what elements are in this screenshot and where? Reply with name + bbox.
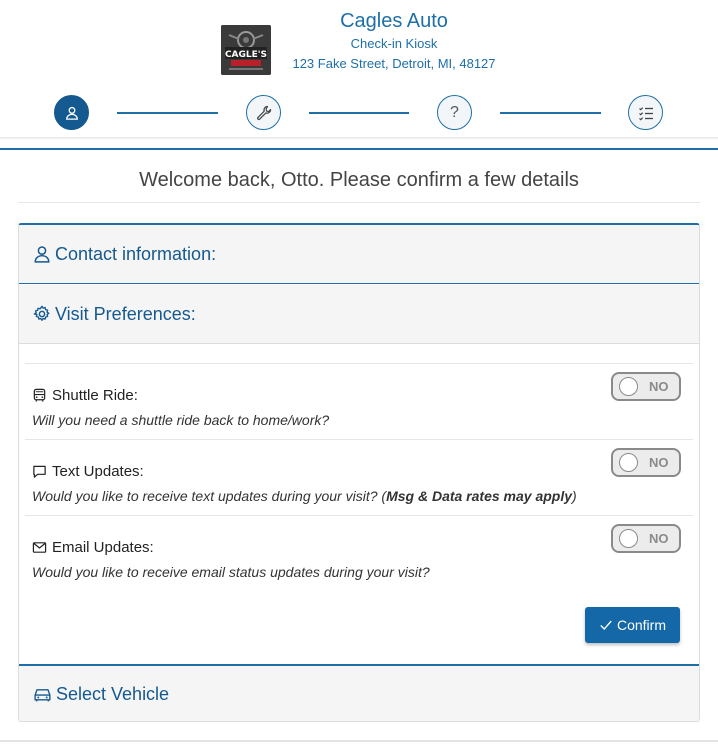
pref-title: Shuttle Ride: <box>52 387 138 404</box>
confirm-label: Confirm <box>616 617 666 633</box>
pref-description: Would you like to receive email status u… <box>32 564 430 580</box>
section-select-vehicle[interactable]: Select Vehicle <box>19 664 699 721</box>
section-title: Visit Preferences: <box>55 303 196 324</box>
kiosk-subtitle: Check-in Kiosk <box>350 36 438 51</box>
brand-name: Cagles Auto <box>340 10 448 32</box>
envelope-icon <box>32 540 47 555</box>
toggle-knob <box>619 529 638 548</box>
page-bottom-divider <box>0 740 718 742</box>
logo-text: CAGLE'S <box>225 50 267 60</box>
car-icon <box>33 685 52 703</box>
step-connector <box>117 112 218 114</box>
checkmark-icon <box>599 618 613 632</box>
header-divider <box>0 137 718 140</box>
step-review[interactable] <box>628 95 663 130</box>
wrench-icon <box>256 105 272 121</box>
shop-address: 123 Fake Street, Detroit, MI, 48127 <box>292 56 496 71</box>
section-contact-information[interactable]: Contact information: <box>19 225 699 284</box>
section-visit-preferences[interactable]: Visit Preferences: <box>19 285 699 344</box>
step-questions[interactable]: ? <box>437 95 472 130</box>
pref-shuttle-ride: Shuttle Ride: Will you need a shuttle ri… <box>25 363 693 439</box>
shuttle-toggle[interactable]: NO <box>611 372 681 401</box>
pref-description: Will you need a shuttle ride back to hom… <box>32 412 330 428</box>
toggle-knob <box>619 377 638 396</box>
page-title: Welcome back, Otto. Please confirm a few… <box>139 169 579 191</box>
step-connector <box>309 112 409 114</box>
brand-logo: CAGLE'S <box>221 25 271 75</box>
email-updates-toggle[interactable]: NO <box>611 524 681 553</box>
question-icon: ? <box>450 103 459 121</box>
title-divider <box>18 202 700 203</box>
rates-note: Msg & Data rates may apply <box>386 488 573 504</box>
pref-email-updates: Email Updates: Would you like to receive… <box>25 515 693 591</box>
text-updates-toggle[interactable]: NO <box>611 448 681 477</box>
chat-icon <box>32 464 47 479</box>
step-service[interactable] <box>246 95 281 130</box>
toggle-label: NO <box>649 531 669 546</box>
bus-icon <box>32 388 47 403</box>
brand-block: Cagles Auto Check-in Kiosk 123 Fake Stre… <box>287 8 501 74</box>
checklist-icon <box>638 105 654 121</box>
pref-text-updates: Text Updates: Would you like to receive … <box>25 439 693 515</box>
content-top-rule <box>0 148 718 150</box>
user-icon <box>65 106 79 120</box>
kiosk-header: CAGLE'S Cagles Auto Check-in Kiosk 123 F… <box>0 0 718 140</box>
checkin-card: Contact information: Visit Preferences: … <box>18 223 700 722</box>
user-icon <box>33 245 51 263</box>
pref-title: Text Updates: <box>52 463 144 480</box>
pref-description: Would you like to receive text updates d… <box>32 488 577 504</box>
step-contact[interactable] <box>54 95 89 130</box>
toggle-label: NO <box>649 455 669 470</box>
gear-icon <box>33 305 51 323</box>
toggle-knob <box>619 453 638 472</box>
section-title: Contact information: <box>55 243 217 264</box>
section-title: Select Vehicle <box>56 683 170 704</box>
pref-title: Email Updates: <box>52 539 154 556</box>
confirm-button[interactable]: Confirm <box>585 607 680 643</box>
toggle-label: NO <box>649 379 669 394</box>
step-connector <box>500 112 601 114</box>
